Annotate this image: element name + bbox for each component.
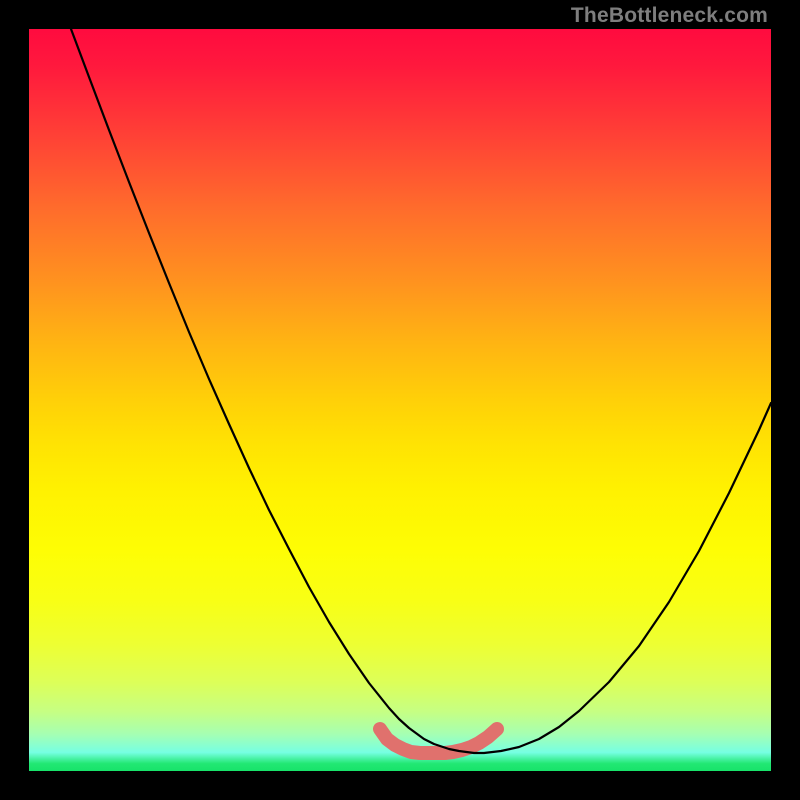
chart-frame: { "watermark": "TheBottleneck.com", "cha… — [0, 0, 800, 800]
black-curve-path — [71, 29, 771, 753]
curve-svg — [29, 29, 771, 771]
watermark-text: TheBottleneck.com — [571, 4, 768, 28]
plot-area — [29, 29, 771, 771]
pink-baseline-path — [380, 729, 497, 753]
